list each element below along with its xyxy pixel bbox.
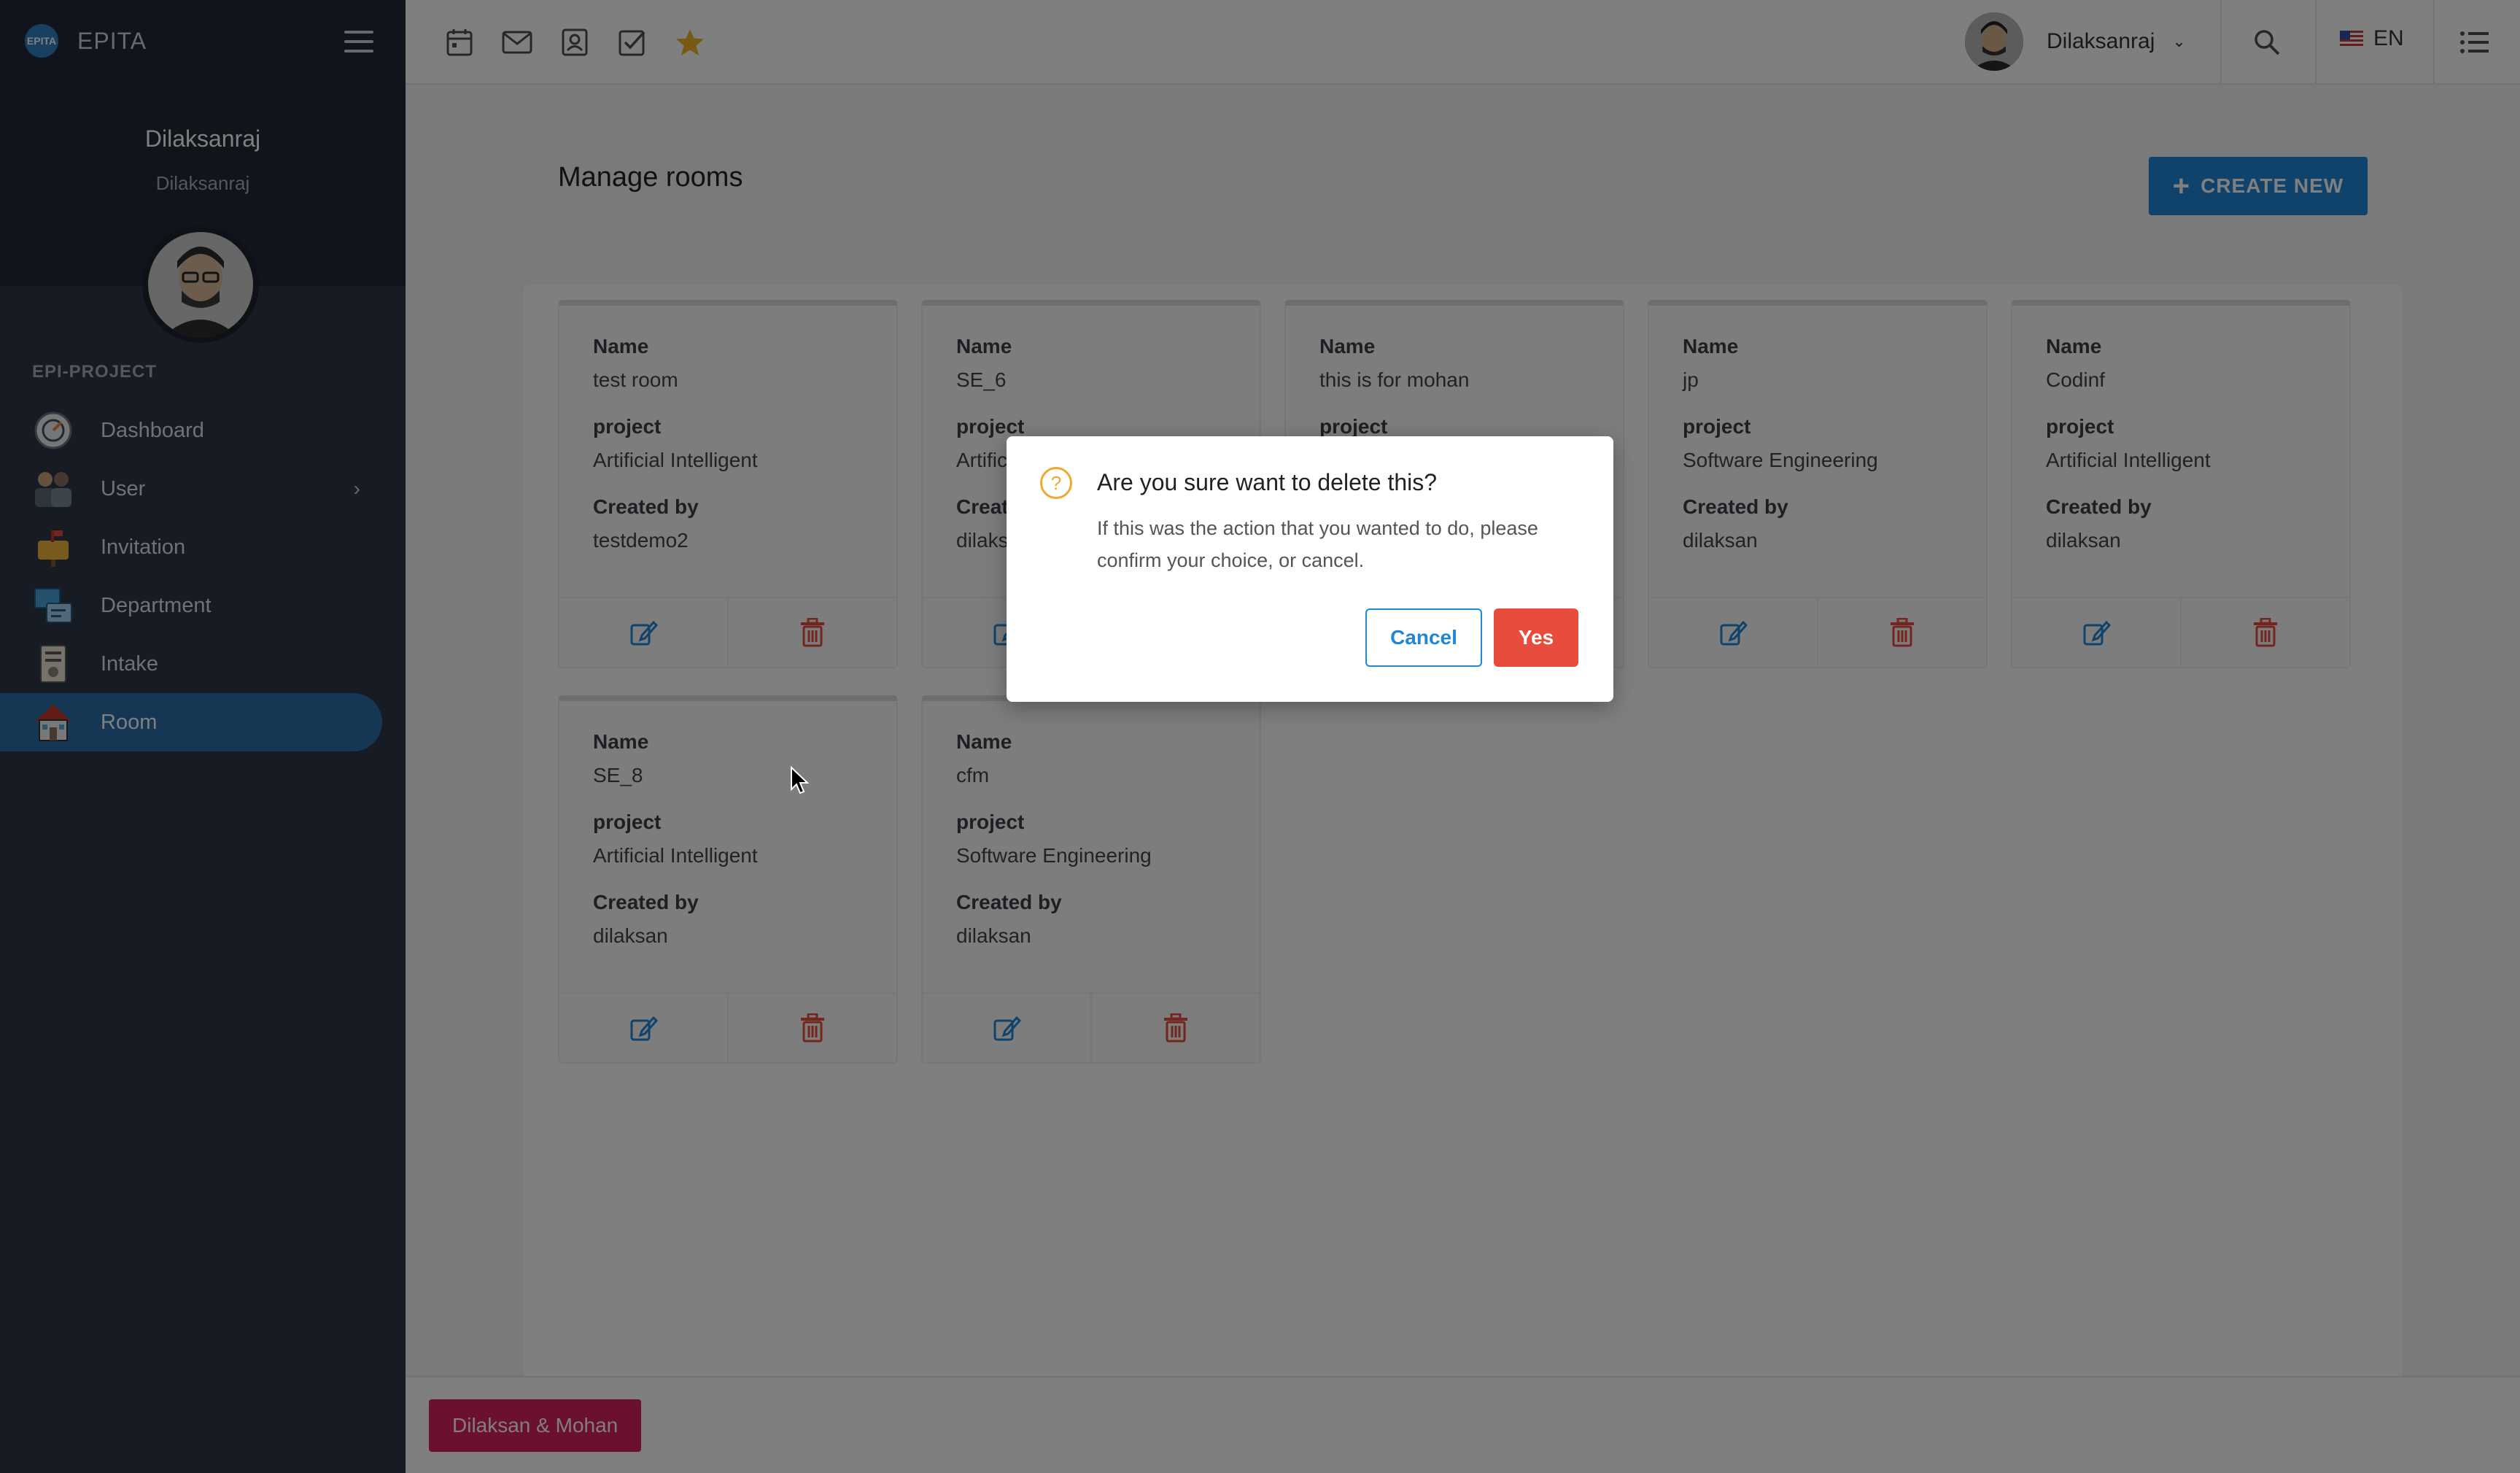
- delete-confirm-dialog: ? Are you sure want to delete this? If t…: [1007, 436, 1613, 702]
- mouse-cursor-icon: [790, 765, 810, 799]
- modal-backdrop[interactable]: [0, 0, 2520, 1473]
- yes-button[interactable]: Yes: [1494, 608, 1578, 667]
- cancel-button[interactable]: Cancel: [1365, 608, 1482, 667]
- dialog-message: If this was the action that you wanted t…: [1097, 517, 1538, 571]
- dialog-title: Are you sure want to delete this?: [1097, 469, 1438, 495]
- question-icon: ?: [1040, 467, 1072, 499]
